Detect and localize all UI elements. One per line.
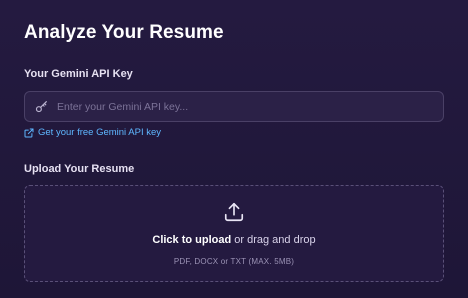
external-link-icon: [24, 128, 34, 138]
api-key-label: Your Gemini API Key: [24, 68, 133, 80]
dropzone-instructions: Click to upload or drag and drop: [25, 234, 443, 246]
upload-label: Upload Your Resume: [24, 163, 135, 175]
resume-analyzer-card: Analyze Your Resume Your Gemini API Key …: [0, 0, 468, 298]
key-icon: [35, 100, 48, 113]
api-key-input[interactable]: [57, 100, 443, 113]
resume-dropzone[interactable]: Click to upload or drag and drop PDF, DO…: [24, 185, 444, 282]
file-type-hint: PDF, DOCX or TXT (MAX. 5MB): [173, 257, 295, 266]
click-to-upload-text[interactable]: Click to upload: [152, 234, 231, 246]
get-free-api-key-link[interactable]: Get your free Gemini API key: [24, 127, 161, 138]
upload-icon: [223, 201, 245, 223]
free-link-label: Get your free Gemini API key: [38, 127, 162, 138]
drag-and-drop-text: or drag and drop: [231, 234, 316, 246]
page-title: Analyze Your Resume: [24, 22, 224, 43]
api-key-field[interactable]: [24, 91, 444, 122]
